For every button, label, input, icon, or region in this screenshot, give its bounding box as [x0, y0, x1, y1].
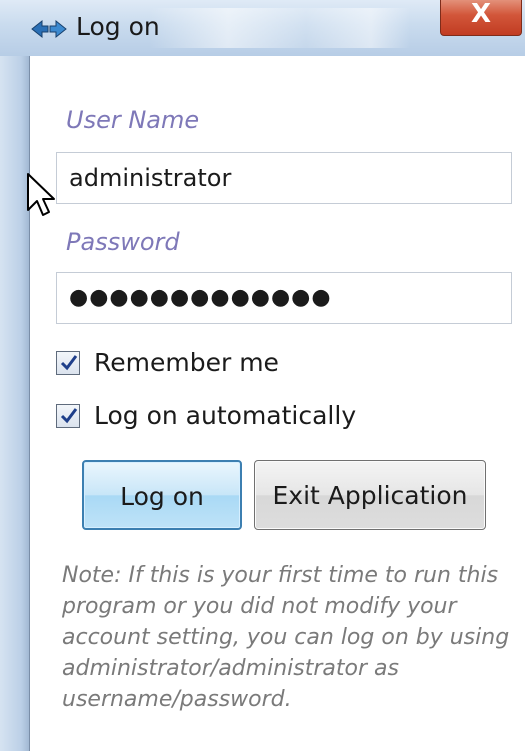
mouse-cursor-icon	[27, 173, 55, 216]
username-label: User Name	[66, 106, 200, 134]
app-icon	[31, 19, 67, 39]
window-title: Log on	[76, 12, 160, 41]
close-icon: X	[470, 0, 492, 29]
username-input[interactable]: administrator	[56, 152, 512, 204]
remember-me-label[interactable]: Remember me	[94, 348, 279, 377]
exit-application-button[interactable]: Exit Application	[254, 460, 486, 530]
password-label: Password	[66, 228, 180, 256]
title-bar[interactable]: Log on X	[0, 0, 525, 56]
title-bar-glare	[150, 8, 410, 48]
password-input[interactable]: ●●●●●●●●●●●●●	[56, 272, 512, 324]
log-on-automatically-checkbox[interactable]	[56, 404, 80, 428]
checkmark-icon	[60, 355, 78, 371]
first-run-note: Note: If this is your first time to run …	[62, 563, 510, 712]
window-frame-left	[0, 56, 30, 751]
close-button[interactable]: X	[440, 0, 522, 36]
log-on-automatically-label[interactable]: Log on automatically	[94, 401, 356, 430]
checkmark-icon	[60, 408, 78, 424]
log-on-button[interactable]: Log on	[82, 460, 242, 530]
remember-me-checkbox[interactable]	[56, 351, 80, 375]
